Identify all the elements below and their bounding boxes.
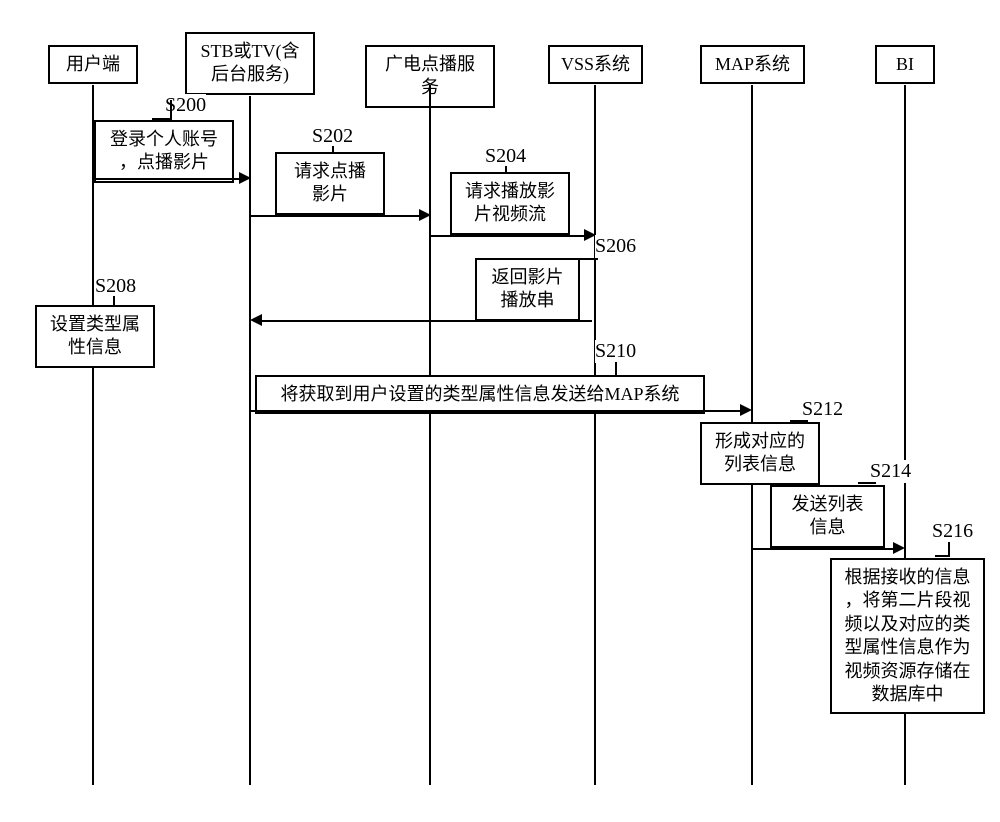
lifeline-vod: [429, 85, 431, 785]
step-label-s216: S216: [932, 520, 973, 543]
msg-s216: 根据接收的信息 ，将第二片段视 频以及对应的类 型属性信息作为 视频资源存储在 …: [830, 558, 985, 714]
connector-s216h: [935, 555, 950, 557]
arrowhead-s202: [419, 209, 431, 221]
msg-s202: 请求点播 影片: [275, 152, 385, 215]
lifeline-stb: [249, 96, 251, 785]
msg-s200: 登录个人账号 ，点播影片: [94, 120, 234, 183]
msg-s212: 形成对应的 列表信息: [700, 422, 820, 485]
arrowhead-s214: [893, 542, 905, 554]
step-label-s202: S202: [312, 125, 353, 148]
arrow-s200: [94, 178, 239, 180]
arrow-s202: [251, 215, 421, 217]
step-label-s208: S208: [95, 275, 136, 298]
participant-vss: VSS系统: [548, 45, 643, 84]
step-label-s214: S214: [870, 460, 911, 483]
step-label-s206: S206: [595, 235, 636, 258]
arrow-s214: [753, 548, 893, 550]
arrow-s206: [260, 320, 592, 322]
step-label-s210: S210: [595, 340, 636, 363]
msg-s204: 请求播放影 片视频流: [450, 172, 570, 235]
msg-s210: 将获取到用户设置的类型属性信息发送给MAP系统: [255, 375, 705, 414]
participant-bi: BI: [875, 45, 935, 84]
lifeline-user: [92, 85, 94, 785]
arrow-s204: [431, 235, 586, 237]
arrow-s210: [251, 410, 741, 412]
msg-s214: 发送列表 信息: [770, 485, 885, 548]
msg-s208: 设置类型属 性信息: [35, 305, 155, 368]
msg-s206: 返回影片 播放串: [475, 258, 580, 321]
connector-s200v: [170, 100, 172, 118]
participant-user: 用户端: [48, 45, 138, 84]
arrowhead-s200: [239, 172, 251, 184]
step-label-s212: S212: [802, 398, 843, 421]
participant-stb: STB或TV(含 后台服务): [185, 32, 315, 95]
step-label-s204: S204: [485, 145, 526, 168]
arrowhead-s210: [740, 404, 752, 416]
connector-s206: [578, 258, 598, 260]
lifeline-vss: [594, 85, 596, 785]
arrowhead-s206: [250, 314, 262, 326]
connector-s214: [858, 482, 876, 484]
participant-map: MAP系统: [700, 45, 805, 84]
